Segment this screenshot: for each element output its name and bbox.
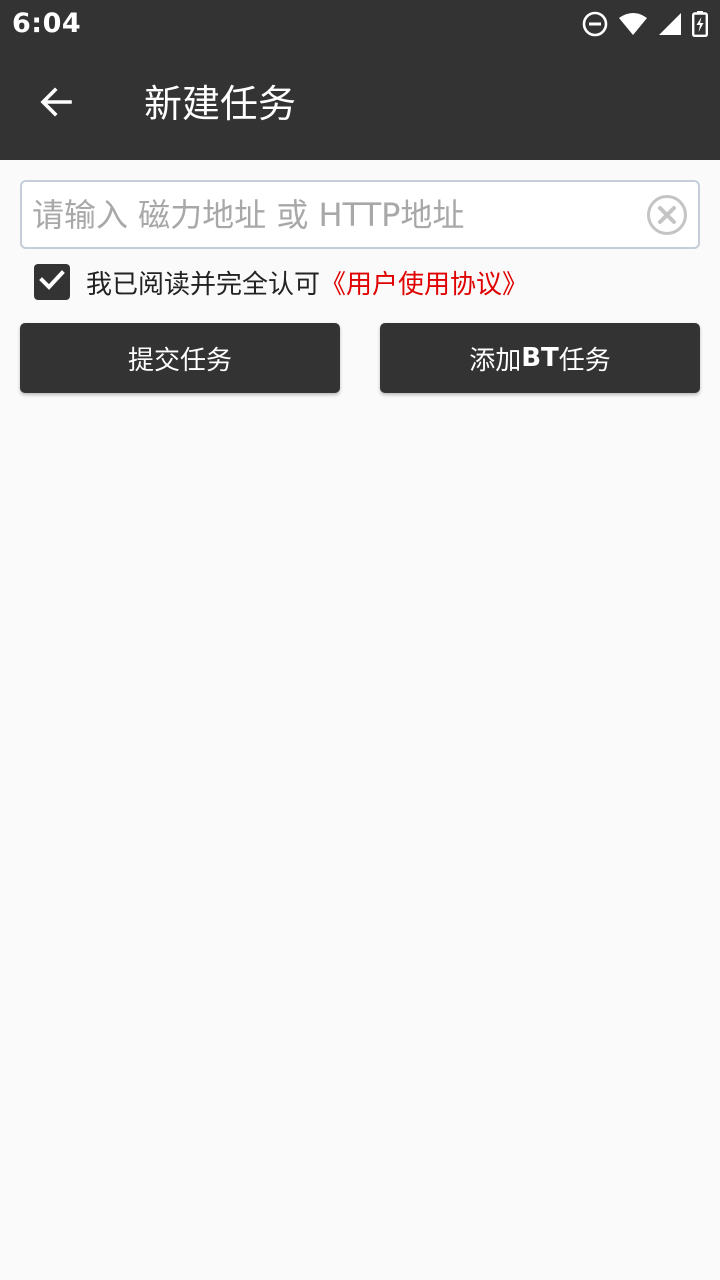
url-input[interactable] <box>32 188 632 242</box>
url-input-container <box>20 180 700 249</box>
add-bt-label-prefix: 添加 <box>469 345 522 376</box>
user-agreement-link[interactable]: 《用户使用协议》 <box>320 264 528 301</box>
add-bt-label-bold: BT <box>521 343 559 373</box>
arrow-left-icon <box>38 84 74 124</box>
do-not-disturb-icon <box>582 11 608 37</box>
clear-button[interactable] <box>646 194 688 236</box>
check-icon <box>37 265 67 299</box>
status-bar: 6:04 <box>0 0 720 48</box>
back-button[interactable] <box>20 68 92 140</box>
agreement-text: 我已阅读并完全认可 <box>86 269 321 300</box>
status-time: 6:04 <box>12 8 82 39</box>
add-bt-task-button[interactable]: 添加 BT 任务 <box>380 323 700 393</box>
battery-charging-icon <box>692 11 708 37</box>
agreement-row: 我已阅读并完全认可 《用户使用协议》 <box>34 262 528 302</box>
signal-icon <box>658 12 682 36</box>
wifi-icon <box>618 12 648 36</box>
status-icons <box>582 10 708 38</box>
clear-circle-icon <box>646 195 688 240</box>
add-bt-label-suffix: 任务 <box>558 345 611 376</box>
submit-task-button[interactable]: 提交任务 <box>20 323 340 393</box>
page-title: 新建任务 <box>144 82 297 126</box>
agreement-checkbox[interactable] <box>34 264 70 300</box>
app-bar: 新建任务 <box>0 48 720 160</box>
